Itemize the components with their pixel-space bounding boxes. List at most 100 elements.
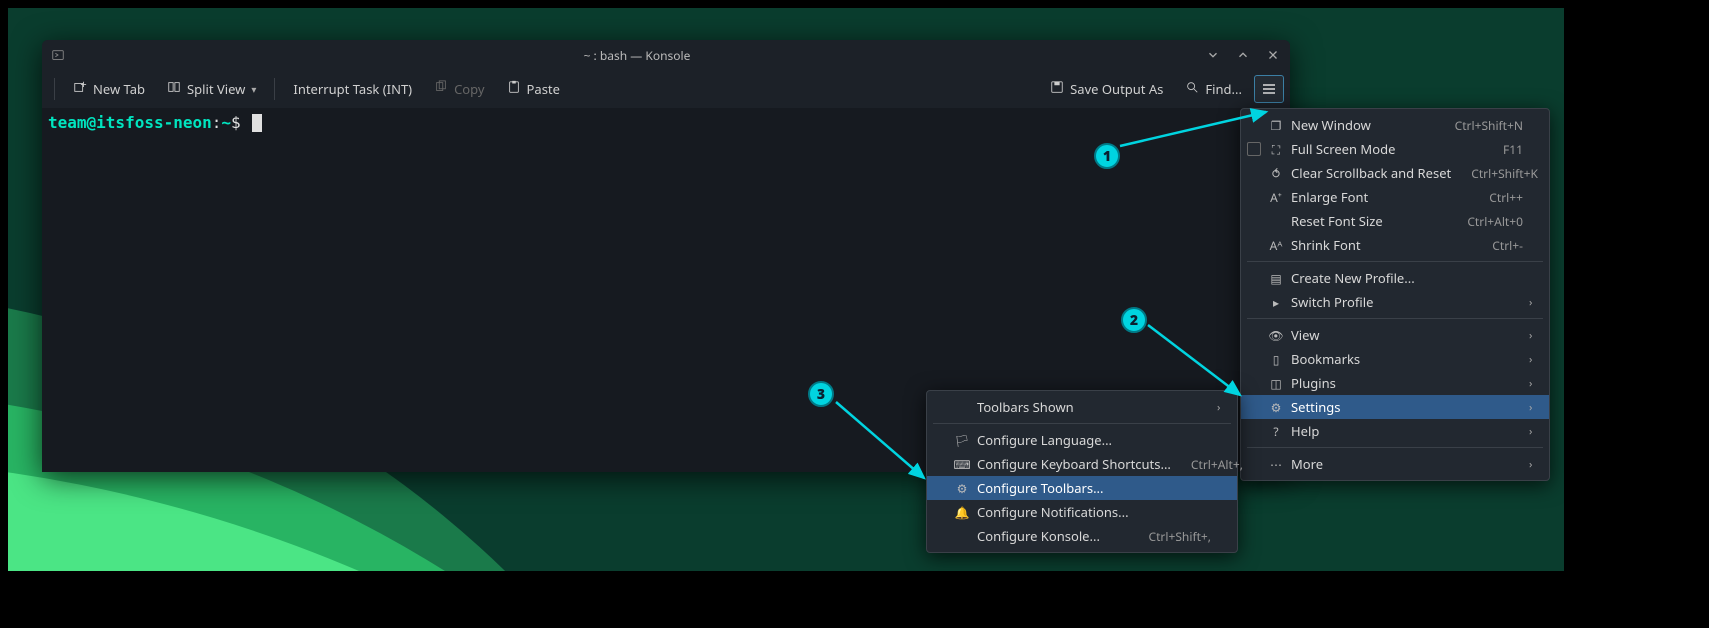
copy-button[interactable]: Copy (424, 76, 494, 102)
interrupt-button[interactable]: Interrupt Task (INT) (283, 76, 422, 102)
menu-item-label: Shrink Font (1287, 236, 1472, 254)
annotation-marker-3: 3 (808, 381, 834, 407)
search-icon (1185, 80, 1199, 98)
keyboard-icon: ⌨ (951, 456, 973, 473)
menu-item-label: Configure Toolbars... (973, 479, 1191, 497)
menu-separator (1247, 447, 1543, 448)
chevron-right-icon: › (1529, 328, 1545, 343)
menu-item[interactable]: A⁺Enlarge FontCtrl++ (1241, 185, 1549, 209)
menu-item[interactable]: 🔔Configure Notifications... (927, 500, 1237, 524)
menu-item-shortcut: Ctrl++ (1469, 189, 1529, 206)
menu-item[interactable]: ⥀Clear Scrollback and ResetCtrl+Shift+K (1241, 161, 1549, 185)
menu-item-label: Configure Konsole... (973, 527, 1129, 545)
find-button[interactable]: Find... (1175, 76, 1252, 102)
annotation-marker-1: 1 (1094, 143, 1120, 169)
hamburger-icon (1261, 81, 1277, 97)
menu-item-label: Bookmarks (1287, 350, 1503, 368)
menu-item[interactable]: Reset Font SizeCtrl+Alt+0 (1241, 209, 1549, 233)
prompt-path: ~ (221, 113, 231, 132)
menu-item-shortcut: Ctrl+- (1472, 237, 1529, 254)
save-icon (1050, 80, 1064, 98)
menu-item-shortcut: Ctrl+Shift+, (1129, 528, 1217, 545)
window-title: ~ : bash — Konsole (70, 47, 1204, 64)
chevron-right-icon: › (1529, 400, 1545, 415)
notifications-icon: 🔔 (951, 504, 973, 521)
copy-icon (434, 80, 448, 98)
plugins-icon: ◫ (1265, 375, 1287, 392)
paste-icon (507, 80, 521, 98)
switch-profile-icon: ▸ (1265, 294, 1287, 311)
save-output-button[interactable]: Save Output As (1040, 76, 1173, 102)
menu-item[interactable]: Configure Konsole...Ctrl+Shift+, (927, 524, 1237, 548)
toolbars-icon: ⚙ (951, 480, 973, 497)
settings-submenu: Toolbars Shown›🏳Configure Language...⌨Co… (926, 390, 1238, 553)
terminal-cursor (252, 114, 262, 132)
menu-item[interactable]: ?Help› (1241, 419, 1549, 443)
menu-item[interactable]: ▯Bookmarks › (1241, 347, 1549, 371)
toolbar-separator (54, 78, 55, 100)
bookmarks-icon: ▯ (1265, 351, 1287, 368)
hamburger-menu: ❐New WindowCtrl+Shift+N⛶Full Screen Mode… (1240, 108, 1550, 481)
chevron-right-icon: › (1529, 352, 1545, 367)
new-tab-button[interactable]: New Tab (63, 76, 155, 102)
menu-item[interactable]: ❐New WindowCtrl+Shift+N (1241, 113, 1549, 137)
menu-item[interactable]: ◫Plugins› (1241, 371, 1549, 395)
save-output-label: Save Output As (1070, 80, 1163, 98)
menu-item[interactable]: ▸Switch Profile› (1241, 290, 1549, 314)
menu-item-label: Configure Language... (973, 431, 1191, 449)
menu-item-label: Settings (1287, 398, 1503, 416)
menu-item[interactable]: AᴬShrink FontCtrl+- (1241, 233, 1549, 257)
menu-item-label: Create New Profile... (1287, 269, 1503, 287)
maximize-button[interactable] (1234, 46, 1252, 64)
hamburger-menu-button[interactable] (1254, 75, 1284, 103)
copy-label: Copy (454, 80, 484, 98)
shrink-font-icon: Aᴬ (1265, 237, 1287, 254)
menu-separator (1247, 261, 1543, 262)
chevron-down-icon: ▾ (251, 82, 256, 96)
prompt-colon: : (212, 113, 222, 132)
prompt-sigil: $ (231, 113, 241, 132)
menu-item[interactable]: 👁View› (1241, 323, 1549, 347)
new-tab-label: New Tab (93, 80, 145, 98)
toolbar-separator (274, 78, 275, 100)
menu-item-label: Configure Keyboard Shortcuts... (973, 455, 1171, 473)
split-view-icon (167, 80, 181, 98)
menu-item-label: Configure Notifications... (973, 503, 1191, 521)
prompt-user-host: team@itsfoss-neon (48, 113, 212, 132)
menu-item[interactable]: ⋯More › (1241, 452, 1549, 476)
app-menu-icon[interactable] (42, 48, 70, 62)
menu-item-shortcut: F11 (1483, 141, 1529, 158)
menu-item-label: Reset Font Size (1287, 212, 1447, 230)
split-view-label: Split View (187, 80, 245, 98)
more-icon: ⋯ (1265, 456, 1287, 473)
menu-item[interactable]: ⚙Configure Toolbars... (927, 476, 1237, 500)
help-icon: ? (1265, 423, 1287, 440)
tab-new-icon (73, 80, 87, 98)
titlebar: ~ : bash — Konsole (42, 40, 1290, 70)
chevron-right-icon: › (1529, 457, 1545, 472)
menu-item-shortcut: Ctrl+Shift+N (1435, 117, 1529, 134)
clear-icon: ⥀ (1265, 165, 1287, 182)
menu-item[interactable]: ⚙Settings› (1241, 395, 1549, 419)
menu-item-label: Full Screen Mode (1287, 140, 1483, 158)
desktop-background: ~ : bash — Konsole New Tab Split View ▾ … (8, 8, 1564, 571)
menu-separator (1247, 318, 1543, 319)
menu-item[interactable]: ⛶Full Screen ModeF11 (1241, 137, 1549, 161)
chevron-right-icon: › (1529, 376, 1545, 391)
profile-new-icon: ▤ (1265, 270, 1287, 287)
split-view-button[interactable]: Split View ▾ (157, 76, 266, 102)
menu-item-label: More (1287, 455, 1503, 473)
menu-item[interactable]: ⌨Configure Keyboard Shortcuts...Ctrl+Alt… (927, 452, 1237, 476)
menu-item[interactable]: 🏳Configure Language... (927, 428, 1237, 452)
paste-button[interactable]: Paste (497, 76, 570, 102)
menu-item-shortcut: Ctrl+Alt+0 (1447, 213, 1529, 230)
annotation-arrow-2 (1146, 323, 1250, 403)
language-icon: 🏳 (951, 432, 973, 449)
paste-label: Paste (527, 80, 560, 98)
menu-item-shortcut: Ctrl+Alt+, (1171, 456, 1249, 473)
minimize-button[interactable] (1204, 46, 1222, 64)
annotation-marker-2: 2 (1121, 307, 1147, 333)
menu-item[interactable]: ▤Create New Profile... (1241, 266, 1549, 290)
interrupt-label: Interrupt Task (INT) (293, 80, 412, 98)
close-button[interactable] (1264, 46, 1282, 64)
